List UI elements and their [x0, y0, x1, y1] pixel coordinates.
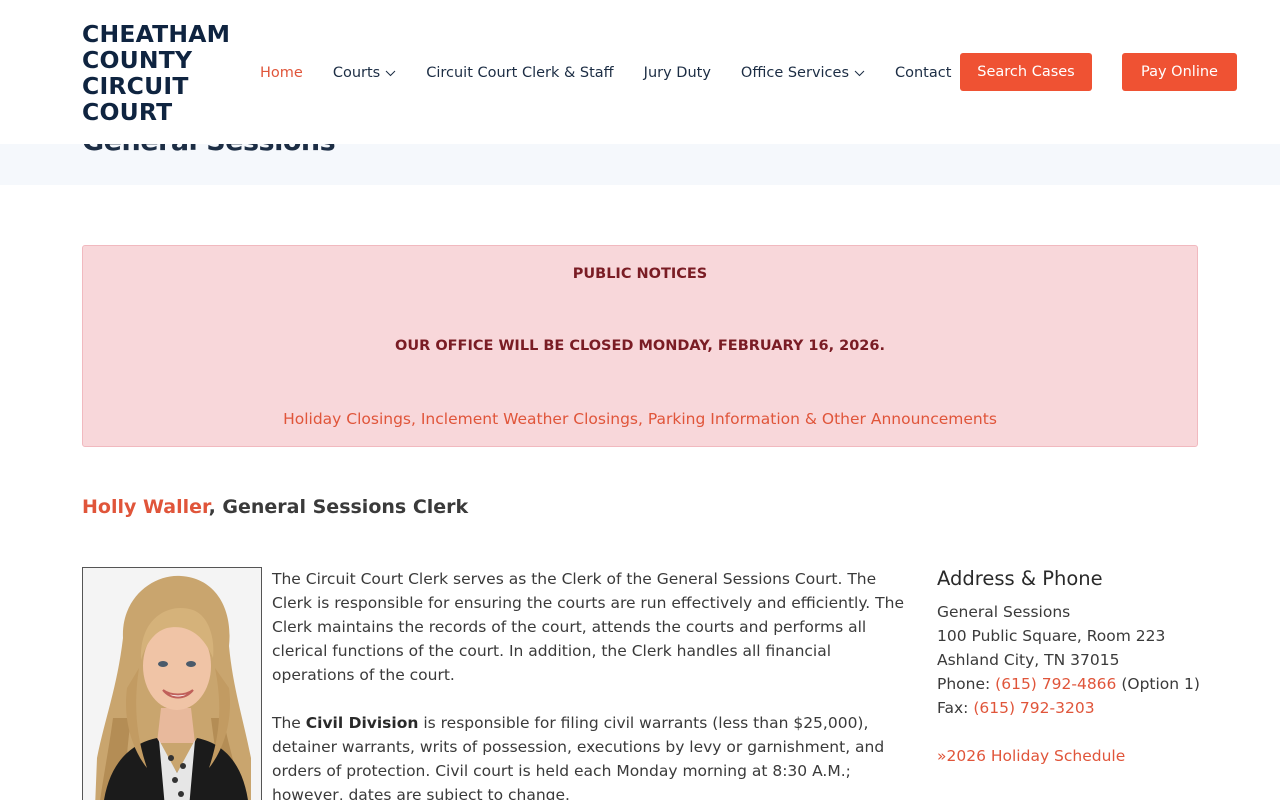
logo-line: COUNTY — [82, 46, 193, 74]
phone-link[interactable]: (615) 792-4866 — [995, 675, 1116, 693]
site-logo[interactable]: CHEATHAM COUNTY CIRCUIT COURT — [82, 21, 230, 125]
notice-title: PUBLIC NOTICES — [572, 266, 708, 282]
nav-item-label: Office Services — [740, 65, 849, 81]
civil-prefix: The — [272, 714, 306, 732]
pay-online-button[interactable]: Pay Online — [1122, 53, 1237, 91]
clerk-title: , General Sessions Clerk — [208, 496, 469, 518]
nav-item-label: Circuit Court Clerk & Staff — [426, 65, 614, 81]
general-sessions-description: The Circuit Court Clerk serves as the Cl… — [272, 567, 912, 800]
nav-item-jury-duty[interactable]: Jury Duty — [644, 65, 711, 81]
nav-item-label: Courts — [332, 65, 381, 81]
address-line: Ashland City, TN 37015 — [937, 651, 1120, 669]
notice-closure-text: OUR OFFICE WILL BE CLOSED MONDAY, FEBRUA… — [395, 338, 885, 354]
address-line: 100 Public Square, Room 223 — [937, 627, 1166, 645]
nav-item-office-services[interactable]: Office Services — [741, 65, 865, 81]
nav-item-clerk-staff[interactable]: Circuit Court Clerk & Staff — [426, 65, 613, 81]
nav-item-courts[interactable]: Courts — [333, 65, 396, 81]
fax-label: Fax: — [937, 699, 974, 717]
public-notice-box: PUBLIC NOTICES OUR OFFICE WILL BE CLOSED… — [82, 245, 1198, 447]
logo-line: CIRCUIT — [82, 72, 189, 100]
civil-division-label: Civil Division — [305, 714, 419, 732]
main-nav: Home Courts Circuit Court Clerk & Staff … — [260, 62, 981, 84]
logo-line: COURT — [82, 98, 173, 126]
search-cases-button[interactable]: Search Cases — [960, 53, 1092, 91]
civil-division-paragraph: The Civil Division is responsible for fi… — [272, 711, 912, 800]
site-header: CHEATHAM COUNTY CIRCUIT COURT Home Court… — [0, 0, 1280, 144]
logo-line: CHEATHAM — [82, 20, 231, 48]
address-phone-sidebar: Address & Phone General Sessions 100 Pub… — [937, 566, 1237, 768]
phone-line: Phone: (615) 792-4866 (Option 1) — [937, 672, 1237, 696]
description-paragraph: The Circuit Court Clerk serves as the Cl… — [272, 570, 904, 684]
clerk-photo — [82, 567, 262, 800]
nav-item-label: Contact — [895, 65, 952, 81]
clerk-name-link[interactable]: Holly Waller — [82, 496, 209, 518]
address-heading: Address & Phone — [937, 567, 1103, 590]
clerk-heading: Holly Waller, General Sessions Clerk — [82, 496, 468, 518]
nav-item-label: Home — [260, 65, 303, 81]
phone-label: Phone: — [937, 675, 996, 693]
holiday-schedule-item: »2026 Holiday Schedule — [937, 744, 1237, 768]
fax-link[interactable]: (615) 792-3203 — [973, 699, 1094, 717]
chevron-down-icon — [385, 70, 396, 77]
nav-item-home[interactable]: Home — [260, 65, 303, 81]
fax-line: Fax: (615) 792-3203 — [937, 696, 1237, 720]
chevron-down-icon — [854, 70, 865, 77]
phone-suffix: (Option 1) — [1116, 675, 1200, 693]
holiday-schedule-link[interactable]: »2026 Holiday Schedule — [937, 747, 1125, 765]
notice-announcements-link[interactable]: Holiday Closings, Inclement Weather Clos… — [83, 410, 1197, 428]
address-line: General Sessions — [937, 603, 1071, 621]
nav-item-contact[interactable]: Contact — [895, 65, 951, 81]
nav-item-label: Jury Duty — [643, 65, 711, 81]
